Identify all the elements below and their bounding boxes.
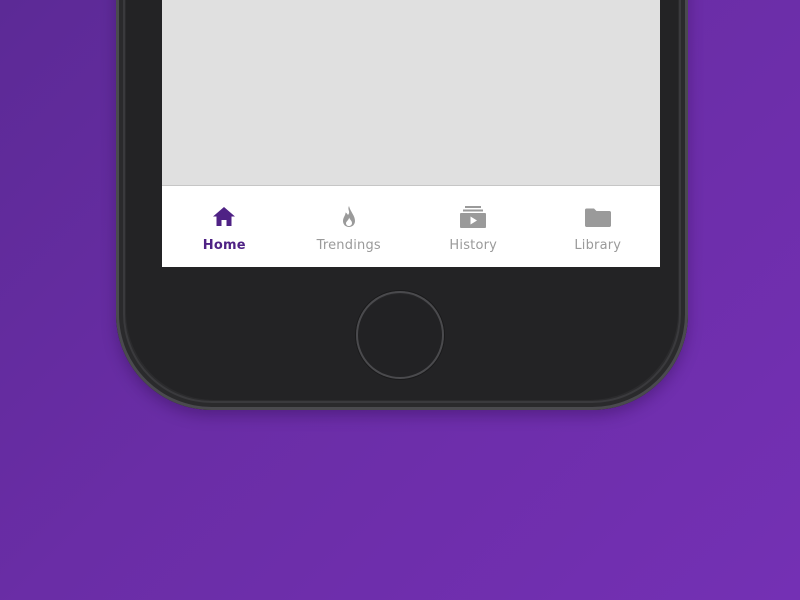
folder-icon (584, 208, 611, 227)
tab-home[interactable]: Home (162, 186, 287, 267)
tab-trendings[interactable]: Trendings (287, 186, 412, 267)
history-video-icon (460, 206, 487, 228)
flame-icon (342, 206, 355, 227)
phone-device: Home Trendings History Library (116, 0, 688, 410)
home-icon (213, 207, 236, 226)
tab-home-label: Home (202, 238, 246, 253)
content-area (162, 0, 660, 186)
tab-trendings-label: Trendings (316, 238, 381, 253)
phone-screen: Home Trendings History Library (162, 0, 660, 267)
home-button[interactable] (356, 291, 444, 379)
tab-history-label: History (449, 238, 498, 253)
tab-library-label: Library (574, 238, 622, 253)
bottom-tab-bar: Home Trendings History Library (162, 185, 660, 267)
tab-history[interactable]: History (411, 186, 536, 267)
tab-library[interactable]: Library (536, 186, 661, 267)
